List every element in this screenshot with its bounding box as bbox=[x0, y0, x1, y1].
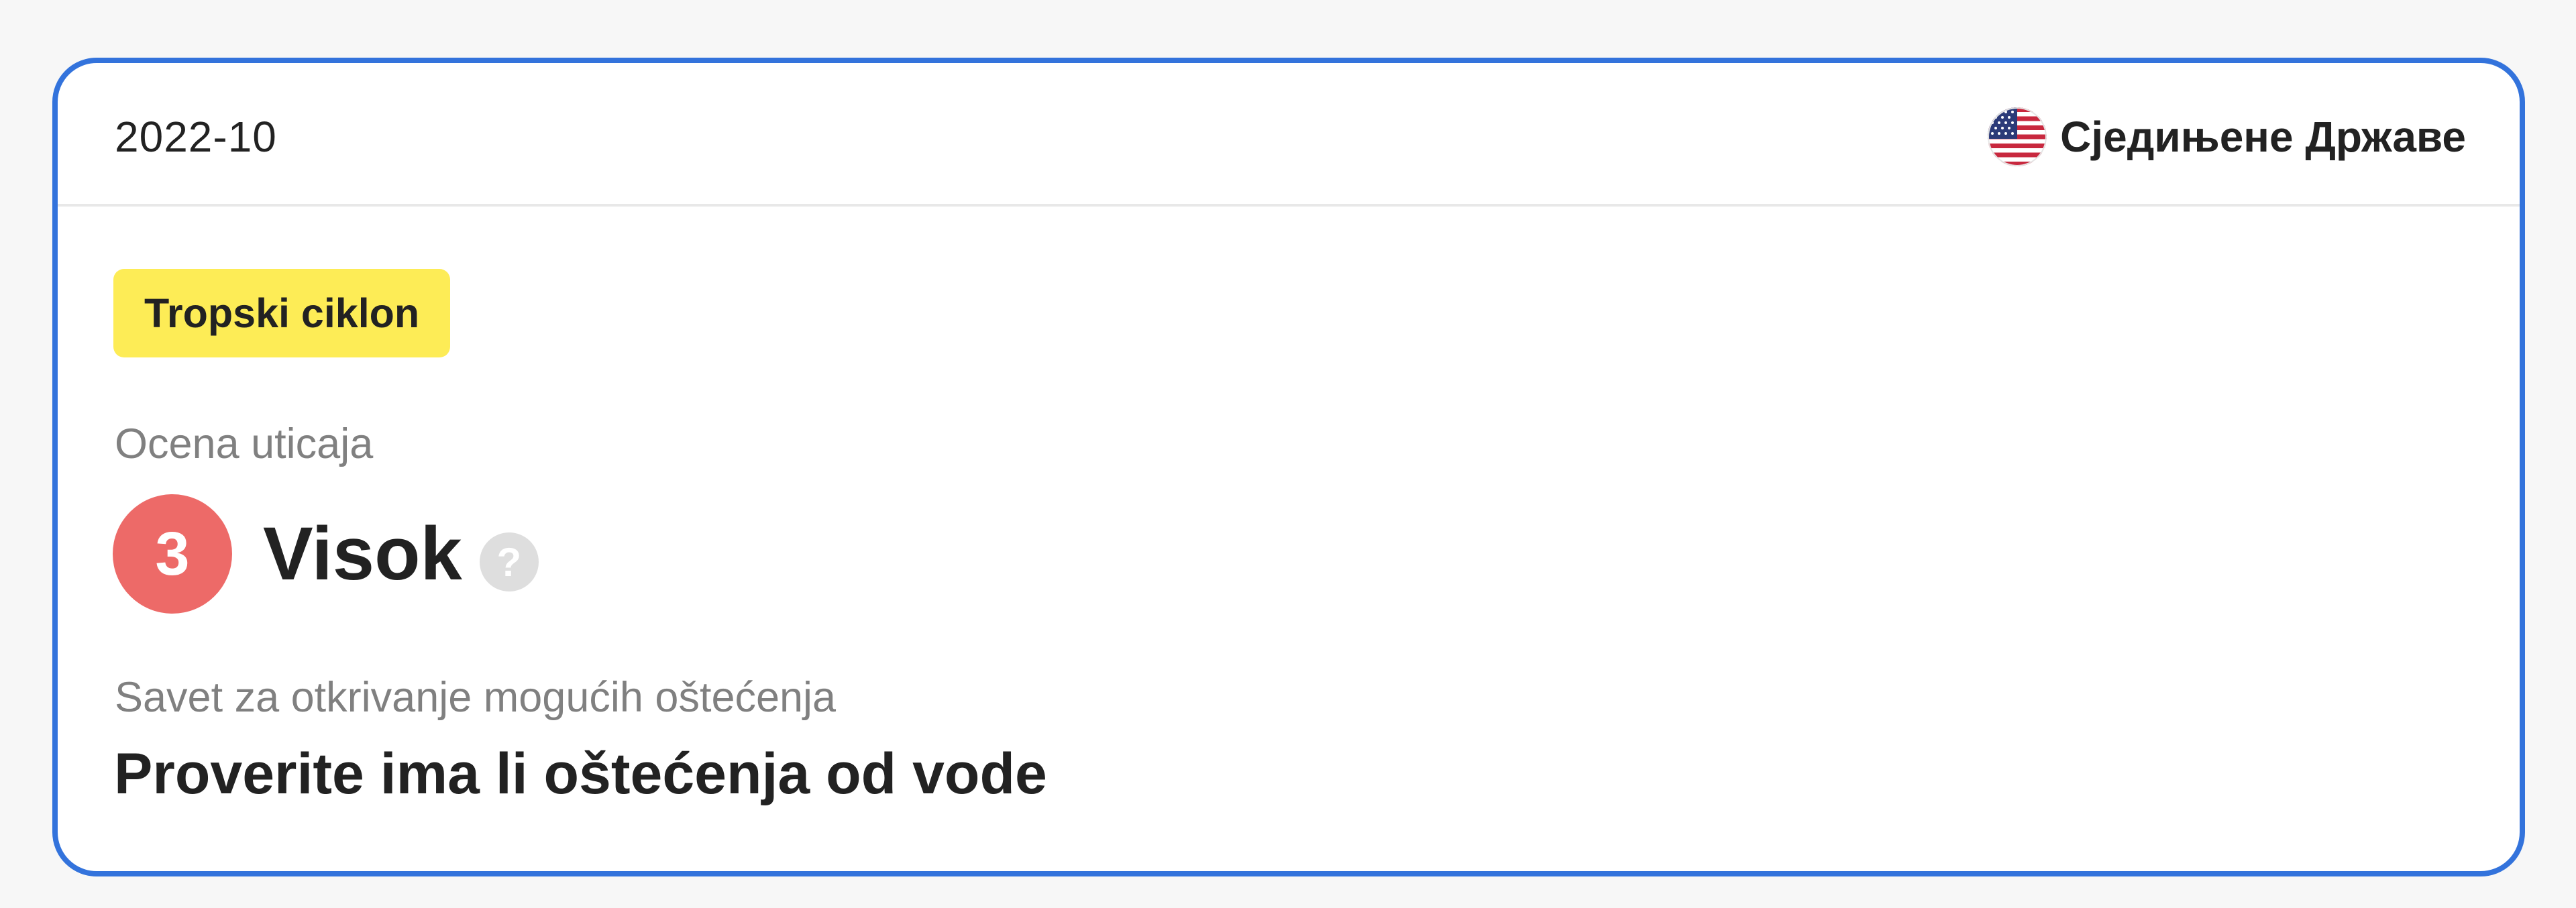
us-flag-icon bbox=[1988, 107, 2047, 166]
impact-level-text: Visok bbox=[263, 512, 462, 595]
country-indicator: Сједињене Државе bbox=[1988, 103, 2466, 170]
country-name: Сједињене Државе bbox=[2060, 113, 2466, 161]
hazard-type-badge: Tropski ciklon bbox=[113, 269, 451, 357]
advice-text: Proverite ima li oštećenja od vode bbox=[114, 742, 1047, 806]
impact-label: Ocena uticaja bbox=[115, 420, 374, 467]
question-icon[interactable]: ? bbox=[479, 532, 539, 591]
impact-rating: 3 Visok ? bbox=[113, 494, 539, 614]
event-date: 2022-10 bbox=[115, 113, 277, 161]
card-header: 2022-10 Сједињене Државе bbox=[58, 63, 2520, 207]
advice-label: Savet za otkrivanje mogućih oštećenja bbox=[115, 674, 837, 721]
impact-level-badge: 3 bbox=[113, 494, 232, 614]
event-card[interactable]: 2022-10 Сједињене Државе Tropski ciklon … bbox=[52, 58, 2525, 876]
